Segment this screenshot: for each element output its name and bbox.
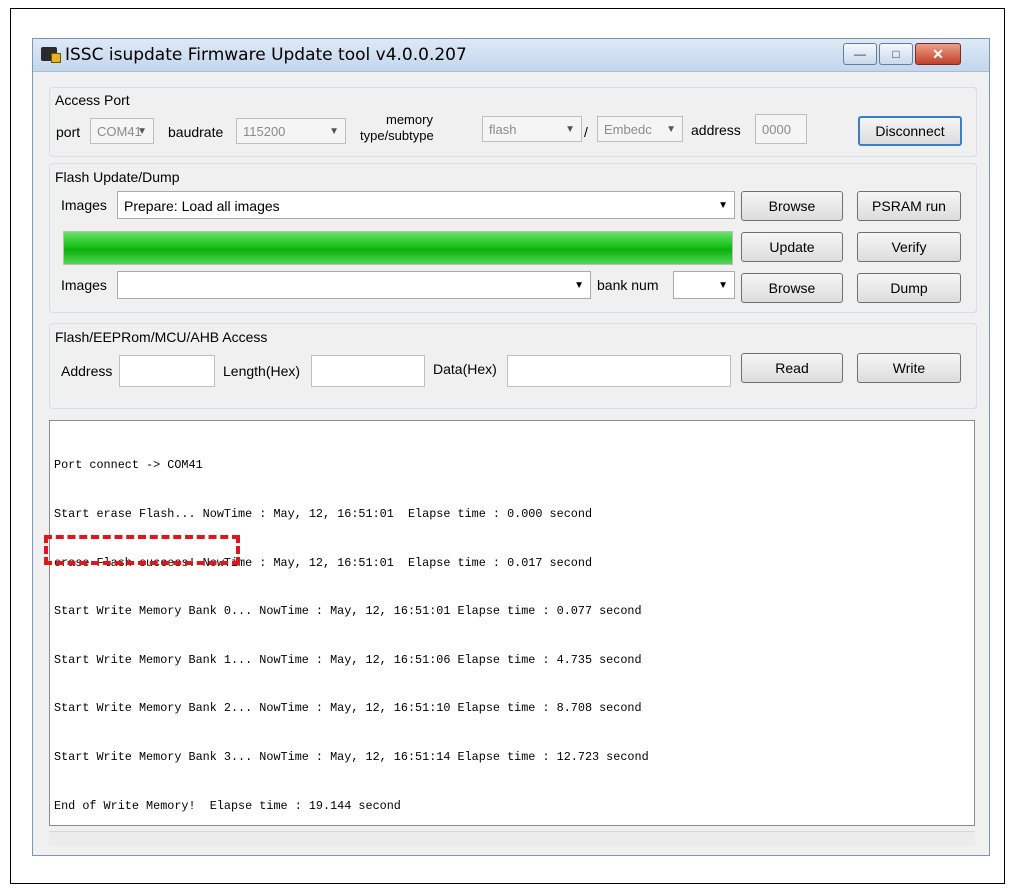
progress-fill (64, 232, 732, 264)
port-select[interactable]: COM41 ▼ (90, 118, 154, 144)
chevron-down-icon: ▼ (718, 280, 728, 291)
browse-button[interactable]: Browse (741, 191, 843, 221)
log-line: Start Write Memory Bank 1... NowTime : M… (54, 652, 642, 667)
access-port-title: Access Port (55, 92, 130, 108)
maximize-button[interactable]: □ (879, 43, 913, 65)
baudrate-value: 115200 (243, 124, 286, 139)
memory-access-title: Flash/EEPRom/MCU/AHB Access (55, 329, 268, 345)
dump-button[interactable]: Dump (857, 273, 961, 303)
browse2-button[interactable]: Browse (741, 273, 843, 303)
baudrate-label: baudrate (168, 124, 224, 140)
bank-num-label: bank num (597, 277, 659, 293)
data-field[interactable] (507, 355, 731, 387)
write-button[interactable]: Write (857, 353, 961, 383)
images2-select[interactable]: ▼ (117, 271, 591, 299)
status-strip (49, 831, 975, 846)
log-line: Start Write Memory Bank 2... NowTime : M… (54, 701, 642, 716)
chevron-down-icon: ▼ (137, 126, 147, 137)
length-field[interactable] (311, 355, 425, 387)
chevron-down-icon: ▼ (666, 124, 676, 135)
log-line: Start erase Flash... NowTime : May, 12, … (54, 507, 593, 521)
minimize-button[interactable]: — (843, 43, 877, 65)
address-field-label: Address (61, 363, 113, 379)
chevron-down-icon: ▼ (329, 126, 339, 137)
address-field[interactable] (119, 355, 215, 387)
bank-num-select[interactable]: ▼ (673, 271, 735, 299)
app-icon (41, 47, 61, 63)
length-label: Length(Hex) (223, 363, 301, 379)
log-line: Start Write Memory Bank 3... NowTime : M… (54, 749, 649, 764)
memory-label: memory (386, 112, 433, 127)
disconnect-button[interactable]: Disconnect (858, 116, 962, 146)
baudrate-select[interactable]: 115200 ▼ (236, 118, 346, 144)
access-port-group: Access Port port COM41 ▼ baudrate 115200… (49, 87, 977, 157)
highlight-annotation (44, 535, 240, 565)
slash-label: / (584, 124, 588, 140)
memory-subtype-value: Embedc (604, 122, 652, 137)
address-input[interactable]: 0000 (755, 114, 807, 144)
update-progress-bar (63, 231, 733, 265)
title-bar[interactable]: ISSC isupdate Firmware Update tool v4.0.… (33, 39, 989, 72)
images-label: Images (61, 197, 107, 213)
update-button[interactable]: Update (741, 232, 843, 262)
log-output[interactable]: Port connect -> COM41 Start erase Flash.… (49, 420, 975, 826)
psram-run-button[interactable]: PSRAM run (857, 191, 961, 221)
address-value: 0000 (762, 122, 791, 137)
log-line: Port connect -> COM41 (54, 458, 203, 473)
memory-type-value: flash (489, 122, 517, 137)
close-button[interactable]: ✕ (915, 43, 961, 65)
log-line: Start Write Memory Bank 0... NowTime : M… (54, 604, 642, 619)
data-label: Data(Hex) (433, 361, 497, 377)
images2-label: Images (61, 277, 107, 293)
memory-subtype-select[interactable]: Embedc ▼ (597, 116, 683, 142)
images-value: Prepare: Load all images (124, 198, 280, 214)
memory-type-select[interactable]: flash ▼ (482, 116, 582, 142)
read-button[interactable]: Read (741, 353, 843, 383)
verify-button[interactable]: Verify (857, 232, 961, 262)
app-window: ISSC isupdate Firmware Update tool v4.0.… (32, 38, 990, 856)
port-value: COM41 (97, 124, 142, 139)
address-label: address (691, 122, 741, 138)
log-line: End of Write Memory! Elapse time : 19.14… (54, 798, 401, 813)
images-select[interactable]: Prepare: Load all images ▼ (117, 191, 735, 219)
chevron-down-icon: ▼ (565, 124, 575, 135)
chevron-down-icon: ▼ (718, 200, 728, 211)
type-subtype-label: type/subtype (360, 128, 434, 143)
port-label: port (56, 124, 81, 140)
chevron-down-icon: ▼ (574, 280, 584, 291)
flash-update-title: Flash Update/Dump (55, 169, 180, 185)
window-title: ISSC isupdate Firmware Update tool v4.0.… (65, 45, 467, 65)
